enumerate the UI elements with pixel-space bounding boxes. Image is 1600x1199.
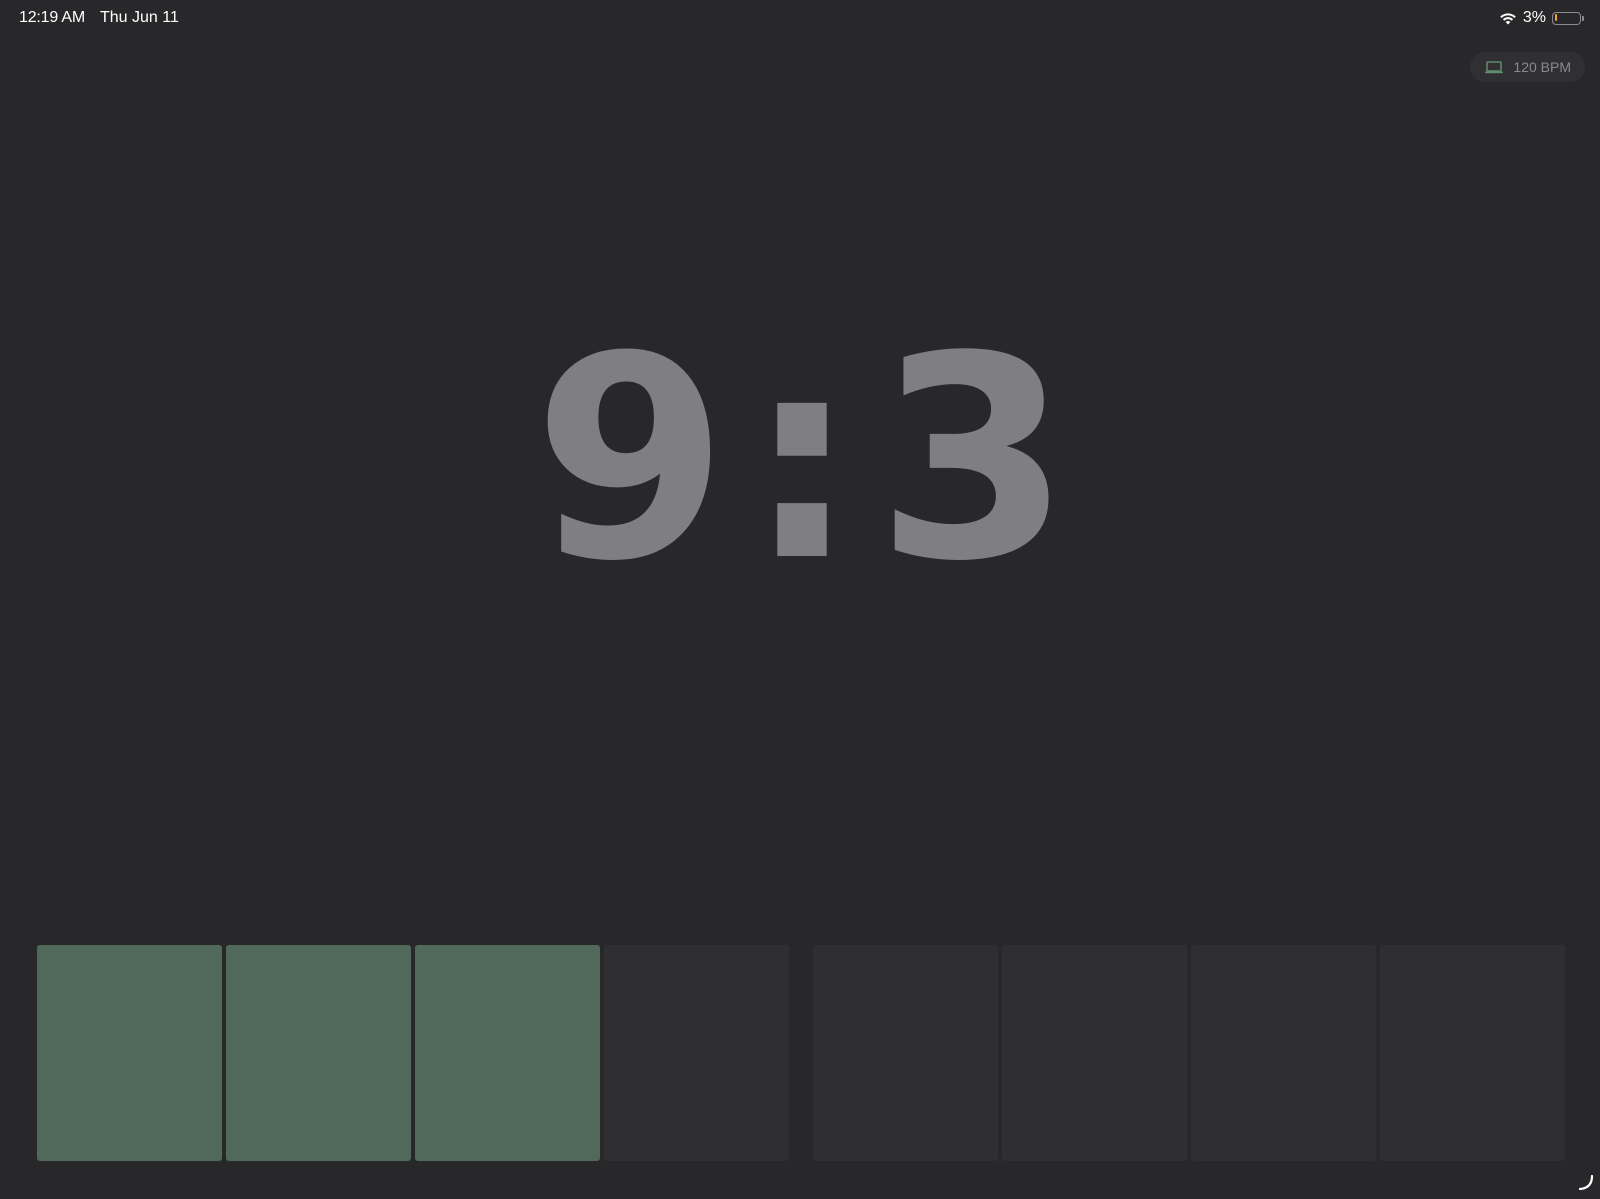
beat-cell[interactable] <box>37 945 222 1161</box>
beat-counter: 9 : 3 <box>0 320 1600 600</box>
battery-level-fill <box>1554 14 1557 21</box>
beat-cell[interactable] <box>1191 945 1376 1161</box>
status-bar: 12:19 AM Thu Jun 11 3% <box>0 0 1600 38</box>
beat-cell[interactable] <box>1002 945 1187 1161</box>
beat-cell[interactable] <box>604 945 789 1161</box>
wifi-icon <box>1499 12 1517 25</box>
battery-icon <box>1552 11 1584 25</box>
beat-indicator-row <box>37 945 1569 1161</box>
tempo-label: 120 BPM <box>1513 59 1571 75</box>
status-time: 12:19 AM <box>19 9 86 26</box>
metronome-screen: 12:19 AM Thu Jun 11 3% 120 BPM 9: 3 <box>0 0 1600 1199</box>
beat-number: 3 <box>875 297 1071 623</box>
resize-handle-icon[interactable] <box>1578 1174 1594 1191</box>
beat-cell[interactable] <box>415 945 600 1161</box>
beat-cell[interactable] <box>226 945 411 1161</box>
status-date: Thu Jun 11 <box>100 9 179 26</box>
bar-number: 9 <box>533 297 728 623</box>
beat-cell[interactable] <box>813 945 998 1161</box>
beat-group-gap <box>793 945 813 1161</box>
beat-cell[interactable] <box>1380 945 1565 1161</box>
counter-separator: : <box>746 297 858 623</box>
tempo-button[interactable]: 120 BPM <box>1470 52 1585 82</box>
battery-percent: 3% <box>1522 9 1546 26</box>
status-indicators: 3% <box>1499 9 1584 27</box>
laptop-icon <box>1484 60 1504 74</box>
